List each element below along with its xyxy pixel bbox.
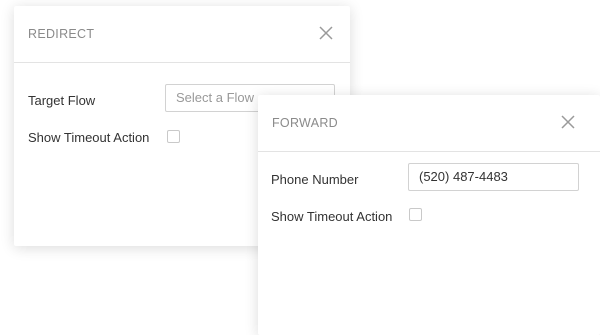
show-timeout-action-checkbox[interactable]: [409, 208, 422, 221]
show-timeout-action-checkbox[interactable]: [167, 130, 180, 143]
forward-panel-title: FORWARD: [272, 116, 338, 130]
target-flow-label: Target Flow: [28, 93, 96, 108]
redirect-panel-title: REDIRECT: [28, 27, 95, 41]
phone-number-label: Phone Number: [271, 172, 359, 187]
phone-number-input[interactable]: (520) 487-4483: [408, 163, 579, 191]
forward-panel-header: FORWARD: [258, 95, 600, 152]
close-icon[interactable]: [559, 113, 577, 131]
close-icon[interactable]: [317, 24, 335, 42]
forward-panel: FORWARD Phone Number (520) 487-4483 Show…: [258, 95, 600, 335]
redirect-panel-header: REDIRECT: [14, 6, 350, 63]
show-timeout-action-label: Show Timeout Action: [271, 209, 393, 224]
show-timeout-action-label: Show Timeout Action: [28, 130, 150, 145]
